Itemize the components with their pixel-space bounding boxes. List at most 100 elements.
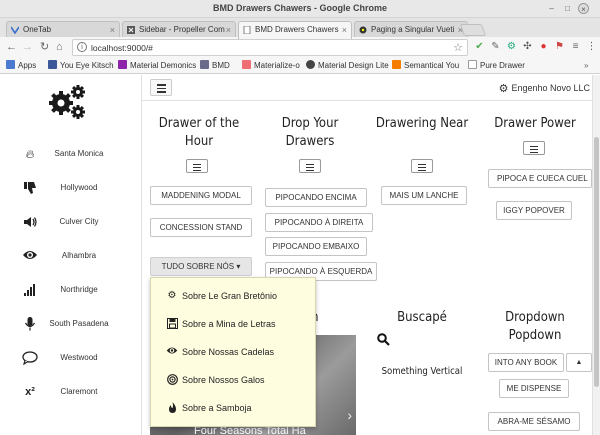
pipocando-encima-button[interactable]: PIPOCANDO ENCIMA — [265, 188, 367, 207]
address-bar[interactable]: i localhost:9000/# ☆ — [72, 39, 468, 56]
brand: ⚙ Engenho Novo LLC — [499, 82, 590, 95]
eye-icon — [22, 249, 38, 263]
sidebar-item-northridge[interactable]: Northridge — [0, 275, 142, 305]
tab-sidebar-propeller[interactable]: Sidebar - Propeller Com × — [122, 21, 236, 38]
bookmark-material-demonics[interactable]: Material Demonics — [118, 60, 196, 72]
flag-extension-icon[interactable]: ⚑ — [554, 41, 565, 52]
sidebar-item-claremont[interactable]: x² Claremont — [0, 377, 142, 407]
bookmark-favicon-icon — [200, 60, 209, 69]
search-icon[interactable] — [377, 333, 390, 346]
hamburger-menu-button[interactable] — [150, 79, 172, 96]
into-any-book-button[interactable]: INTO ANY BOOK — [488, 353, 564, 372]
menu-dots-icon[interactable]: ⋮ — [586, 41, 597, 52]
bookmark-favicon-icon — [392, 60, 401, 69]
dropdown-item-mina-de-letras[interactable]: Sobre a Mina de Letras — [151, 310, 315, 338]
section-title-drawering-near: Drawering Near — [375, 116, 469, 131]
pen-extension-icon[interactable]: ✎ — [490, 41, 501, 52]
superscript-icon: x² — [25, 386, 35, 398]
bookmark-bmd[interactable]: BMD — [200, 60, 230, 72]
tab-label: OneTab — [23, 25, 52, 34]
close-tab-icon[interactable]: × — [226, 22, 231, 38]
tab-onetab[interactable]: OneTab × — [6, 21, 120, 38]
drawer-toggle-button[interactable] — [411, 159, 433, 173]
scrollbar-thumb[interactable] — [594, 137, 599, 387]
bookmark-favicon-icon — [468, 60, 477, 69]
sidebar-item-south-pasadena[interactable]: South Pasadena — [0, 309, 142, 339]
abra-me-sesamo-button[interactable]: ABRA-ME SÉSAMO — [488, 412, 580, 431]
main-content: ⚙ Engenho Novo LLC Drawer of the Hour MAD… — [142, 75, 592, 435]
concession-stand-button[interactable]: CONCESSION STAND — [150, 218, 252, 237]
brand-name: Engenho Novo LLC — [511, 83, 590, 93]
microphone-icon — [22, 317, 38, 331]
apps-grid-icon — [6, 60, 15, 69]
maddening-modal-button[interactable]: MADDENING MODAL — [150, 186, 252, 205]
check-extension-icon[interactable]: ✔ — [474, 41, 485, 52]
bookmark-pure-drawer[interactable]: Pure Drawer — [468, 60, 525, 72]
close-window-icon[interactable]: × — [578, 3, 589, 14]
sidebar-item-santa-monica[interactable]: 🔥︎ Santa Monica — [0, 139, 142, 169]
bookmarks-bar: Apps You Eye Kitsch Material Demonics BM… — [0, 58, 600, 74]
home-icon[interactable]: ⌂ — [56, 40, 63, 54]
drawer-toggle-button[interactable] — [523, 141, 545, 155]
tab-bmd-drawers[interactable]: BMD Drawers Chawers × — [238, 21, 352, 39]
sidebar-item-hollywood[interactable]: Hollywood — [0, 173, 142, 203]
dropdown-item-nossos-galos[interactable]: Sobre Nossos Galos — [151, 366, 315, 394]
signal-bars-icon — [22, 283, 38, 297]
reload-icon[interactable]: ↻ — [40, 40, 49, 54]
info-icon[interactable]: i — [77, 42, 87, 52]
pipocando-direita-button[interactable]: PIPOCANDO À DIREITA — [265, 213, 373, 232]
gears-extension-icon[interactable]: ✣ — [522, 41, 533, 52]
sidebar-item-culver-city[interactable]: Culver City — [0, 207, 142, 237]
gears-icon: ⚙ — [498, 83, 509, 95]
record-extension-icon[interactable]: ● — [538, 41, 549, 52]
puzzle-extension-icon[interactable]: ⚙ — [506, 41, 517, 52]
vuetify-favicon-icon — [359, 26, 367, 34]
tudo-sobre-nos-dropdown-button[interactable]: TUDO SOBRE NÓS ▾ — [150, 257, 252, 276]
dropdown-item-gran-bretonio[interactable]: ⚙ Sobre Le Gran Bretônio — [151, 282, 315, 310]
mais-um-lanche-button[interactable]: MAIS UM LANCHE — [381, 186, 467, 205]
tab-label: Sidebar - Propeller Com — [139, 25, 225, 34]
tab-paging-vuetify[interactable]: Paging a Singular Vueti × — [354, 21, 468, 38]
page-scrollbar[interactable] — [592, 75, 600, 435]
pipocando-embaixo-button[interactable]: PIPOCANDO EMBAIXO — [265, 237, 367, 256]
iggy-popover-button[interactable]: IGGY POPOVER — [496, 201, 572, 220]
drawer-toggle-button[interactable] — [299, 159, 321, 173]
flame-icon: 🔥︎ — [25, 147, 35, 161]
section-title-drawer-power: Drawer Power — [494, 116, 576, 131]
me-dispense-button[interactable]: ME DISPENSE — [499, 379, 569, 398]
dropdown-item-nossas-cadelas[interactable]: Sobre Nossas Cadelas — [151, 338, 315, 366]
more-bookmarks-icon[interactable]: » — [584, 60, 588, 72]
chevron-right-icon[interactable]: › — [347, 407, 352, 423]
pipoca-cueca-button[interactable]: PIPOCA E CUECA CUEL — [488, 169, 592, 188]
bookmark-favicon-icon — [48, 60, 57, 69]
forward-arrow-icon[interactable]: → — [22, 40, 33, 54]
sidebar-item-westwood[interactable]: Westwood — [0, 343, 142, 373]
sidebar-item-alhambra[interactable]: Alhambra — [0, 241, 142, 271]
bookmark-semantical-you[interactable]: Semantical You — [392, 60, 459, 72]
minimize-icon[interactable]: – — [546, 3, 557, 14]
close-tab-icon[interactable]: × — [110, 22, 115, 38]
new-tab-button[interactable] — [459, 24, 487, 36]
gears-logo-icon — [49, 85, 85, 119]
section-title-drop-drawers: Drop Your Drawers — [281, 116, 339, 149]
caret-up-button[interactable]: ▲ — [566, 353, 592, 372]
volume-icon — [22, 215, 38, 229]
bookmark-star-icon[interactable]: ☆ — [453, 41, 463, 54]
gears-icon: ⚙ — [167, 290, 177, 301]
bookmark-you-eye-kitsch[interactable]: You Eye Kitsch — [48, 60, 114, 72]
layers-extension-icon[interactable]: ≡ — [570, 41, 581, 52]
close-tab-icon[interactable]: × — [342, 22, 347, 38]
bookmark-mdl[interactable]: Material Design Lite — [306, 60, 389, 72]
back-arrow-icon[interactable]: ← — [6, 40, 17, 54]
address-url: localhost:9000/# — [91, 43, 153, 53]
drawer-toggle-button[interactable] — [186, 159, 208, 173]
bookmark-apps[interactable]: Apps — [6, 60, 36, 72]
dropdown-item-samboja[interactable]: Sobre a Samboja — [151, 394, 315, 422]
maximize-icon[interactable]: □ — [562, 3, 573, 14]
bookmark-materialize[interactable]: Materialize-o — [242, 60, 300, 72]
sidebar: 🔥︎ Santa Monica Hollywood Culver City Al… — [0, 75, 142, 435]
buscape-subtitle: Something Vertical — [381, 366, 463, 377]
target-icon — [166, 374, 178, 386]
tudo-sobre-nos-dropdown-menu: ⚙ Sobre Le Gran Bretônio Sobre a Mina de… — [150, 277, 316, 427]
tab-strip: OneTab × Sidebar - Propeller Com × BMD D… — [0, 18, 600, 39]
